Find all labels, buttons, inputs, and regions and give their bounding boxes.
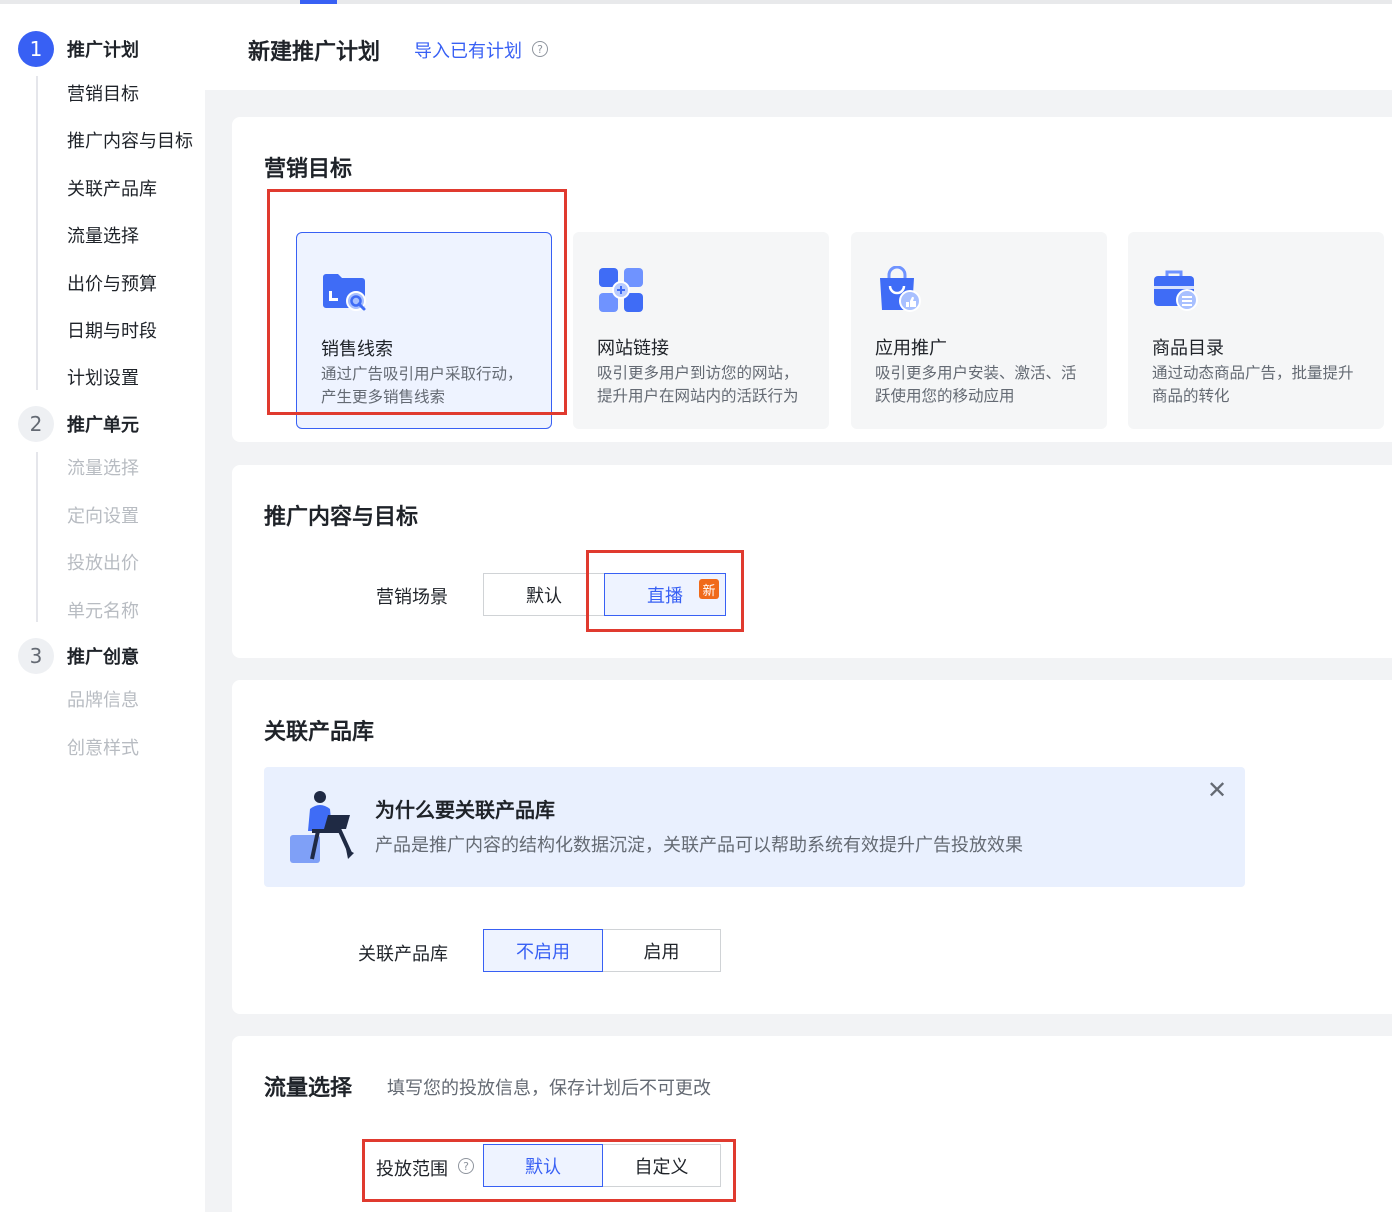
goal-desc: 吸引更多用户安装、激活、活跃使用您的移动应用 [875, 364, 1077, 405]
goal-sales-leads[interactable]: 销售线索 通过广告吸引用户采取行动，产生更多销售线索 [296, 232, 552, 429]
goal-desc: 通过广告吸引用户采取行动，产生更多销售线索 [321, 365, 523, 406]
sidebar-item-brand-info: 品牌信息 [67, 690, 139, 711]
step-sidebar: 1 推广计划 营销目标 推广内容与目标 关联产品库 流量选择 出价与预算 日期与… [0, 4, 205, 1212]
info-banner: 为什么要关联产品库 产品是推广内容的结构化数据沉淀，关联产品可以帮助系统有效提升… [264, 767, 1245, 887]
sidebar-item-content-goal[interactable]: 推广内容与目标 [67, 127, 193, 153]
help-icon[interactable]: ? [458, 1158, 474, 1174]
range-custom-button[interactable]: 自定义 [602, 1144, 721, 1187]
scene-live-label: 直播 [647, 585, 683, 607]
step-2[interactable]: 2 推广单元 [18, 406, 139, 442]
product-lib-card: 关联产品库 为什么要关联产品库 产品是推广内容的结构化数据沉淀，关联产品可以帮助… [232, 680, 1392, 1014]
step-1-connector [36, 76, 38, 390]
product-lib-label: 关联产品库 [358, 944, 448, 965]
sidebar-item-date-time[interactable]: 日期与时段 [67, 317, 157, 343]
step-3[interactable]: 3 推广创意 [18, 638, 139, 674]
product-lib-off-button[interactable]: 不启用 [483, 929, 603, 972]
help-icon[interactable]: ? [532, 41, 548, 57]
goal-desc: 吸引更多用户到访您的网站，提升用户在网站内的活跃行为 [597, 364, 799, 405]
shopping-bag-thumb-icon [880, 266, 921, 312]
import-plan-link[interactable]: 导入已有计划 [414, 37, 522, 63]
folder-search-icon [323, 274, 366, 311]
step-1-number: 1 [18, 31, 54, 67]
range-default-button[interactable]: 默认 [483, 1144, 603, 1187]
close-icon[interactable]: ✕ [1207, 778, 1227, 802]
range-label: 投放范围 [376, 1159, 448, 1180]
page-title: 新建推广计划 [248, 40, 381, 65]
traffic-card: 流量选择 填写您的投放信息，保存计划后不可更改 投放范围 ? 默认 自定义 [232, 1036, 1392, 1212]
product-lib-title: 关联产品库 [264, 720, 375, 745]
sidebar-item-unit-name: 单元名称 [67, 601, 139, 622]
new-badge: 新 [699, 579, 719, 599]
goal-title: 网站链接 [597, 338, 669, 359]
scene-label: 营销场景 [376, 587, 448, 608]
goal-title: 销售线索 [321, 339, 393, 360]
traffic-desc: 填写您的投放信息，保存计划后不可更改 [387, 1078, 711, 1099]
sidebar-item-product-lib[interactable]: 关联产品库 [67, 175, 157, 201]
sidebar-item-bid-budget[interactable]: 出价与预算 [67, 270, 157, 296]
scene-default-button[interactable]: 默认 [483, 573, 605, 616]
goal-website-link[interactable]: 网站链接 吸引更多用户到访您的网站，提升用户在网站内的活跃行为 [573, 232, 829, 429]
sidebar-item-targeting: 定向设置 [67, 506, 139, 527]
step-3-title: 推广创意 [67, 647, 139, 668]
step-2-title: 推广单元 [67, 415, 139, 436]
step-3-number: 3 [18, 638, 54, 674]
sidebar-item-unit-bid: 投放出价 [67, 553, 139, 574]
sidebar-item-plan-settings[interactable]: 计划设置 [67, 364, 139, 390]
sidebar-item-marketing-goal[interactable]: 营销目标 [67, 80, 139, 106]
goal-desc: 通过动态商品广告，批量提升商品的转化 [1152, 364, 1354, 405]
content-goal-card: 推广内容与目标 营销场景 默认 直播 新 [232, 465, 1392, 658]
traffic-title: 流量选择 [264, 1076, 353, 1101]
goal-app-promo[interactable]: 应用推广 吸引更多用户安装、激活、活跃使用您的移动应用 [851, 232, 1107, 429]
marketing-goal-card: 营销目标 销售线索 通过广告吸引用户采取行动，产生更多销售线索 网站链接 吸引更… [232, 117, 1392, 442]
page-header: 新建推广计划 导入已有计划 ? [205, 4, 1392, 90]
banner-title: 为什么要关联产品库 [375, 798, 555, 822]
step-1-title: 推广计划 [67, 40, 139, 61]
person-laptop-illustration [290, 791, 354, 863]
briefcase-list-icon [1154, 270, 1198, 311]
content-goal-title: 推广内容与目标 [264, 505, 419, 530]
sidebar-item-traffic[interactable]: 流量选择 [67, 222, 139, 248]
marketing-goal-title: 营销目标 [264, 157, 353, 182]
step-2-number: 2 [18, 406, 54, 442]
step-2-connector [36, 452, 38, 622]
link-blocks-icon [599, 268, 643, 312]
sidebar-item-unit-traffic: 流量选择 [67, 458, 139, 479]
product-lib-on-button[interactable]: 启用 [602, 929, 721, 972]
banner-text: 产品是推广内容的结构化数据沉淀，关联产品可以帮助系统有效提升广告投放效果 [375, 835, 1023, 856]
goal-product-catalog[interactable]: 商品目录 通过动态商品广告，批量提升商品的转化 [1128, 232, 1384, 429]
sidebar-item-creative-style: 创意样式 [67, 738, 139, 759]
scene-live-button[interactable]: 直播 新 [604, 573, 726, 616]
goal-title: 商品目录 [1152, 338, 1224, 359]
goal-title: 应用推广 [875, 338, 947, 359]
step-1[interactable]: 1 推广计划 [18, 31, 139, 67]
